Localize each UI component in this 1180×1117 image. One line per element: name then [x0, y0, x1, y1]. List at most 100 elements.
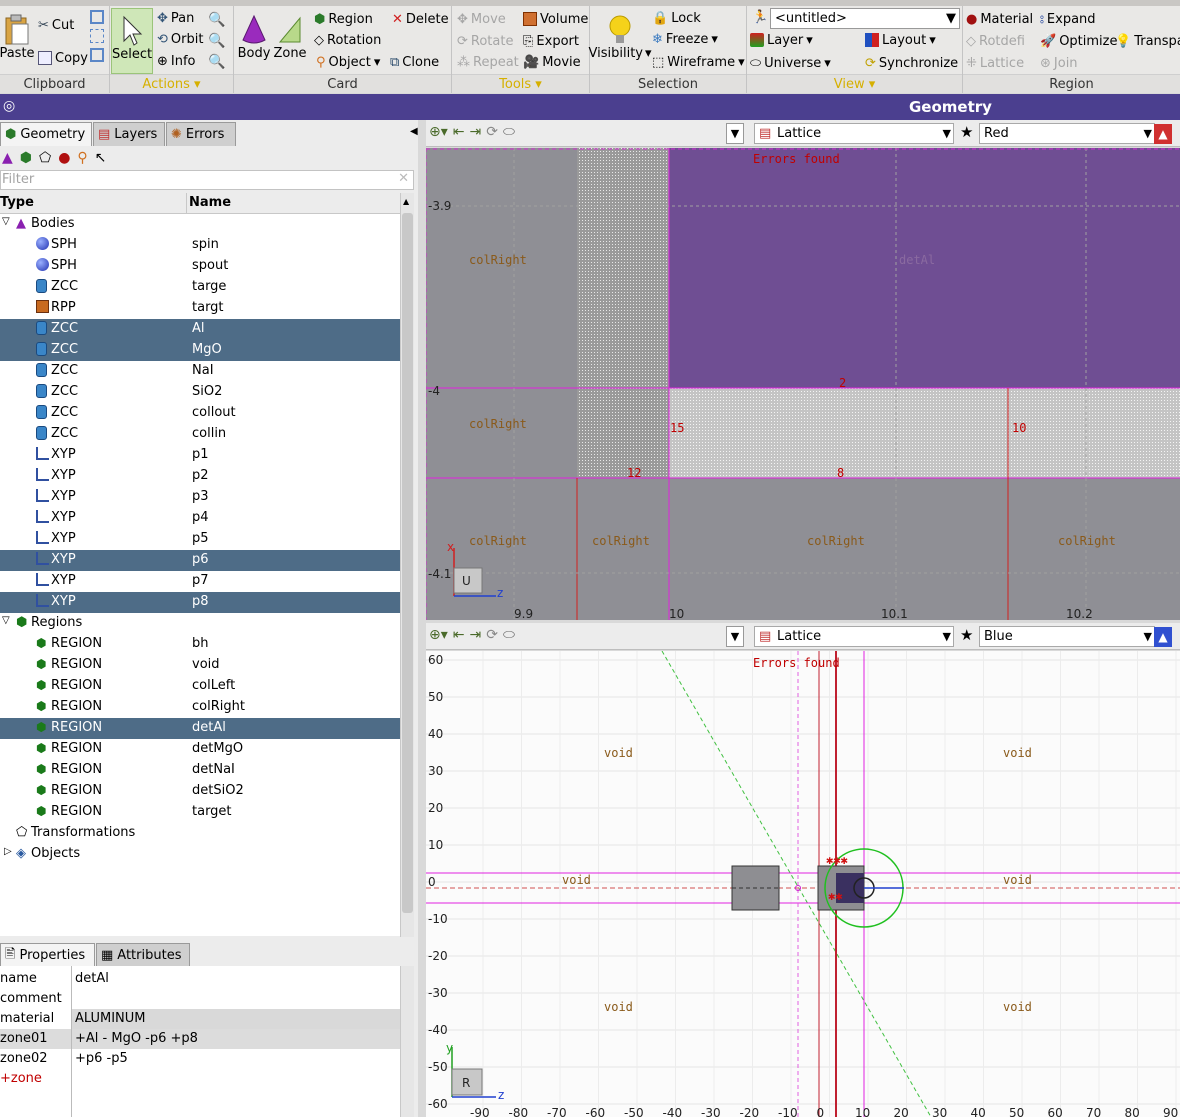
view-group-label[interactable]: View ▾: [747, 74, 962, 93]
sphere-filter-icon[interactable]: ●: [58, 150, 70, 166]
delete-button[interactable]: ✕ Delete: [392, 9, 449, 29]
rotdefi-button[interactable]: ◇ Rotdefi: [966, 31, 1025, 51]
tree-row-body[interactable]: ZCC NaI: [0, 361, 400, 382]
material-button[interactable]: ● Material: [966, 9, 1033, 29]
filter-input[interactable]: Filter ✕: [0, 170, 414, 190]
grid-select-icon[interactable]: [90, 10, 104, 24]
tree-row-body[interactable]: XYP p1: [0, 445, 400, 466]
movie-button[interactable]: 🎥 Movie: [523, 52, 581, 72]
tree-group-bodies[interactable]: ▽ ▲ Bodies: [0, 214, 400, 235]
actions-group-label[interactable]: Actions ▾: [110, 74, 233, 93]
tree-scrollbar[interactable]: ▲: [400, 193, 414, 937]
scroll-up-icon[interactable]: ▲: [403, 197, 409, 206]
move-button[interactable]: ✥ Move: [457, 9, 506, 29]
tree-row-body[interactable]: ZCC MgO: [0, 340, 400, 361]
refresh-icon[interactable]: ⟳: [486, 124, 498, 140]
tree-row-body[interactable]: ZCC collout: [0, 403, 400, 424]
tree-group-objects[interactable]: ▷ ◈ Objects: [0, 844, 400, 865]
tree-row-body[interactable]: ZCC collin: [0, 424, 400, 445]
tree-row-body[interactable]: XYP p6: [0, 550, 400, 571]
body-button[interactable]: Body: [238, 14, 270, 61]
tree-row-region[interactable]: ⬢ REGION detSiO2: [0, 781, 400, 802]
object-menu[interactable]: ⚲ Object ▾: [316, 52, 380, 72]
tree-row-region[interactable]: ⬢ REGION detNaI: [0, 760, 400, 781]
property-value[interactable]: +p6 -p5: [75, 1051, 128, 1066]
top-color-combo[interactable]: Red ▼: [979, 123, 1155, 144]
repeat-button[interactable]: ⁂ Repeat: [457, 52, 519, 72]
zoom-fit-icon[interactable]: 🔍: [208, 52, 225, 73]
bottom-projection-dropdown[interactable]: ▼: [726, 626, 744, 647]
tab-attributes[interactable]: ▦ Attributes: [96, 943, 190, 967]
tree-row-body[interactable]: XYP p4: [0, 508, 400, 529]
visibility-button[interactable]: Visibility ▾: [589, 14, 652, 61]
prev-icon[interactable]: ⇤: [453, 627, 465, 643]
property-row[interactable]: +zone: [0, 1069, 400, 1089]
next-icon[interactable]: ⇥: [470, 627, 482, 643]
star-icon[interactable]: ★: [960, 626, 973, 644]
shape-icon[interactable]: ⬭: [503, 124, 515, 140]
top-viewport[interactable]: Errors found colRight detAl colRight colRigh…: [426, 148, 1180, 620]
wireframe-menu[interactable]: ⬚ Wireframe ▾: [652, 52, 745, 72]
tree-row-body[interactable]: ZCC targe: [0, 277, 400, 298]
view-menu-icon[interactable]: ⊕▾: [429, 627, 448, 643]
tree-row-body[interactable]: ZCC Al: [0, 319, 400, 340]
tree-row-body[interactable]: ZCC SiO2: [0, 382, 400, 403]
region-button[interactable]: ⬢ Region: [314, 9, 373, 29]
pan-button[interactable]: ✥ Pan: [157, 8, 194, 28]
runner-icon[interactable]: 🏃: [752, 10, 768, 25]
optimize-button[interactable]: 🚀 Optimize: [1040, 31, 1117, 51]
view-menu-icon[interactable]: ⊕▾: [429, 124, 448, 140]
tools-group-label[interactable]: Tools ▾: [452, 74, 589, 93]
tree-row-region[interactable]: ⬢ REGION detMgO: [0, 739, 400, 760]
property-value[interactable]: +Al - MgO -p6 +p8: [75, 1031, 198, 1046]
bottom-viewport[interactable]: Errors found void void void void void void 60 50…: [426, 651, 1180, 1117]
expanded-arrow-icon[interactable]: ▽: [2, 615, 10, 626]
join-button[interactable]: ⊛ Join: [1040, 53, 1078, 73]
pointer-filter-icon[interactable]: ↖: [95, 150, 107, 166]
bottom-color-combo[interactable]: Blue ▼: [979, 626, 1155, 647]
region-filter-icon[interactable]: ⬢: [20, 150, 32, 166]
property-row[interactable]: material ALUMINUM: [0, 1009, 400, 1029]
select-button[interactable]: Select: [111, 8, 153, 74]
tree-row-body[interactable]: XYP p2: [0, 466, 400, 487]
info-button[interactable]: ⊕ Info: [157, 51, 196, 71]
cut-button[interactable]: ✂ Cut: [38, 15, 74, 35]
export-button[interactable]: ⎘ Export: [523, 31, 579, 51]
universe-menu[interactable]: ⬭ Universe ▾: [750, 53, 831, 73]
layer-menu[interactable]: Layer ▾: [750, 30, 813, 50]
object-filter-icon[interactable]: ⚲: [77, 150, 87, 166]
collapse-arrow-icon[interactable]: ◀: [410, 126, 418, 137]
lock-button[interactable]: 🔒 Lock: [652, 8, 701, 28]
expanded-arrow-icon[interactable]: ▽: [2, 216, 10, 227]
property-value[interactable]: ALUMINUM: [75, 1011, 146, 1026]
tree-row-body[interactable]: SPH spin: [0, 235, 400, 256]
tab-errors[interactable]: ✺ Errors: [166, 122, 236, 146]
lattice-button[interactable]: ⁜ Lattice: [966, 53, 1024, 73]
tree-group-regions[interactable]: ▽ ⬢ Regions: [0, 613, 400, 634]
transparency-button[interactable]: 💡 Transpa: [1115, 31, 1180, 51]
rotate-button[interactable]: ⟳ Rotate: [457, 31, 513, 51]
bottom-lattice-combo[interactable]: ▤ Lattice ▼: [754, 626, 954, 647]
grid-small-icon[interactable]: [90, 48, 104, 62]
top-projection-dropdown[interactable]: ▼: [726, 123, 744, 144]
collapsed-arrow-icon[interactable]: ▷: [4, 846, 12, 857]
expand-button[interactable]: ⦂ Expand: [1040, 9, 1096, 29]
tab-geometry[interactable]: ⬢ Geometry: [0, 122, 92, 146]
next-icon[interactable]: ⇥: [470, 124, 482, 140]
grid-dashed-icon[interactable]: [90, 29, 104, 43]
property-value[interactable]: detAl: [75, 971, 109, 986]
prev-icon[interactable]: ⇤: [453, 124, 465, 140]
synchronize-button[interactable]: ⟳ Synchronize: [865, 53, 958, 73]
freeze-menu[interactable]: ❄ Freeze ▾: [652, 29, 718, 49]
properties-scrollbar[interactable]: [400, 966, 414, 1117]
panel-menu-icon[interactable]: ◎: [3, 98, 15, 114]
copy-button[interactable]: Copy: [38, 48, 88, 68]
tree-row-body[interactable]: XYP p5: [0, 529, 400, 550]
transform-filter-icon[interactable]: ⬠: [39, 150, 51, 166]
layout-menu[interactable]: Layout ▾: [865, 30, 936, 50]
tab-properties[interactable]: 🖹 Properties: [0, 943, 95, 967]
tree-row-region[interactable]: ⬢ REGION colRight: [0, 697, 400, 718]
zoom-out-icon[interactable]: 🔍: [208, 31, 225, 52]
rotation-button[interactable]: ◇ Rotation: [314, 30, 381, 50]
tree-row-region[interactable]: ⬢ REGION colLeft: [0, 676, 400, 697]
